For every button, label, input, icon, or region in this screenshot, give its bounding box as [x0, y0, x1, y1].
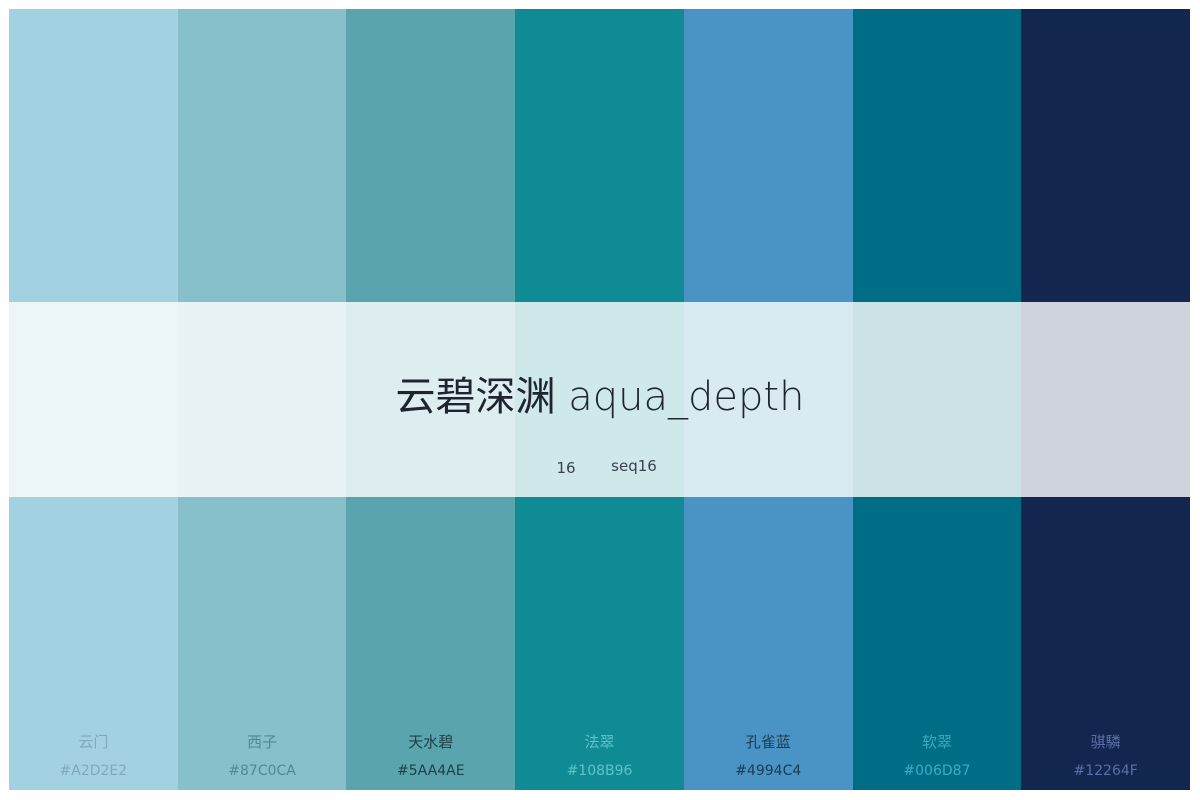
scheme-label: seq16 — [611, 457, 657, 475]
swatch-hex: #12264F — [1073, 763, 1138, 779]
swatch-name: 孔雀蓝 — [745, 733, 791, 751]
swatch-hex: #A2D2E2 — [59, 763, 128, 779]
swatch-hex: #4994C4 — [735, 763, 802, 779]
swatch-hex: #87C0CA — [228, 763, 296, 779]
swatch-name: 软翠 — [921, 733, 952, 751]
swatch-name: 骐驎 — [1090, 733, 1121, 751]
swatch-name: 法翠 — [584, 733, 615, 751]
swatch-hex: #006D87 — [903, 763, 971, 779]
swatch-hex: #5AA4AE — [397, 763, 465, 779]
swatch-name: 云门 — [78, 733, 109, 751]
swatch-name: 天水碧 — [408, 733, 454, 751]
swatch-hex: #108B96 — [566, 763, 633, 779]
palette-title: 云碧深渊 aqua_depth — [395, 374, 805, 420]
swatch-name: 西子 — [247, 733, 278, 751]
color-count: 16 — [556, 459, 576, 477]
